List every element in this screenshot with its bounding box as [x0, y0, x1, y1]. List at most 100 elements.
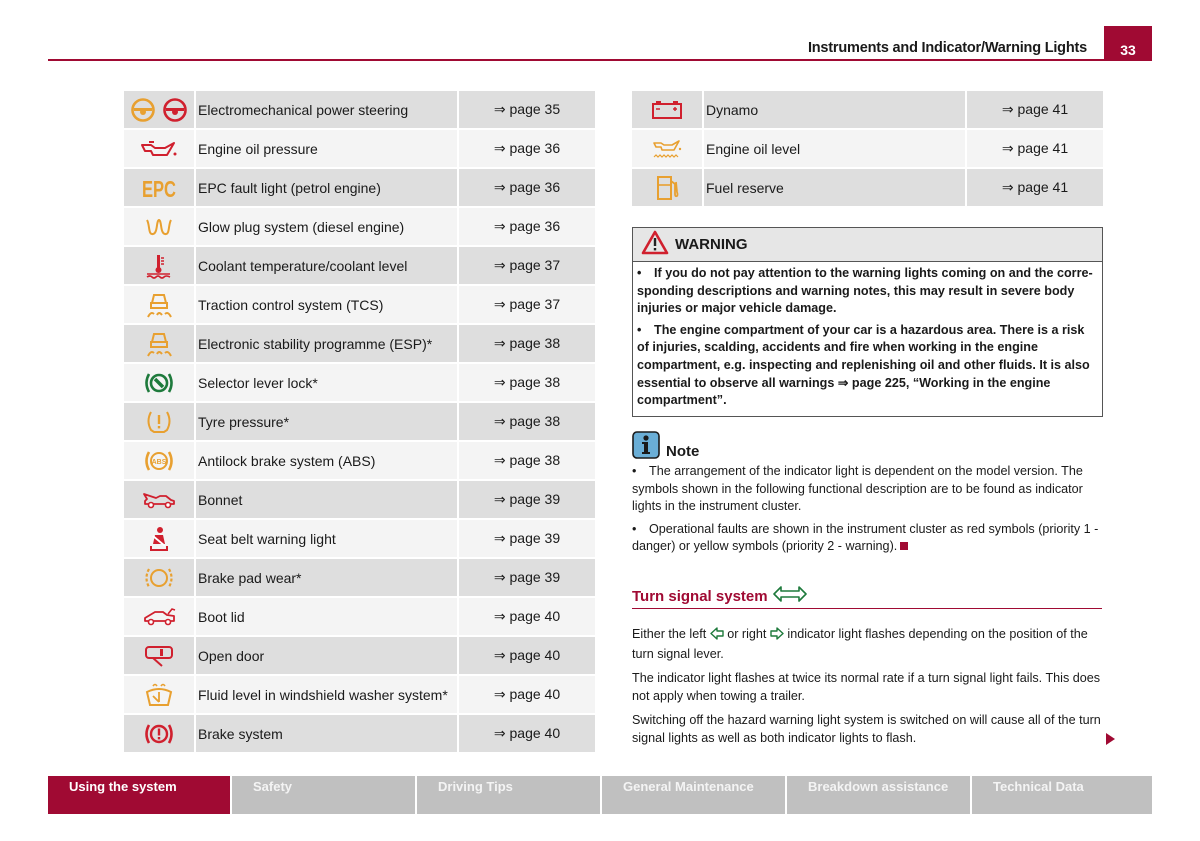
brake-system-icon	[124, 714, 196, 754]
page-reference-link[interactable]: ⇒ page 35	[458, 91, 595, 130]
indicator-label: Electromechanical power steering	[195, 91, 459, 130]
table-row: Electromechanical power steering ⇒ page 3…	[124, 91, 595, 130]
indicator-table-right: Dynamo ⇒ page 41 Engine oil level ⇒ page 41…	[632, 91, 1103, 208]
table-row: Coolant temperature/coolant level ⇒ page …	[124, 246, 595, 286]
indicator-label: Engine oil pressure	[195, 129, 459, 169]
page-number: 33	[1104, 26, 1152, 60]
warning-triangle-icon	[641, 230, 669, 260]
battery-icon	[632, 91, 704, 130]
paragraph: Either the left or right indicator light…	[632, 626, 1104, 663]
oil-level-icon	[632, 129, 704, 169]
indicator-label: Dynamo	[703, 91, 967, 130]
turn-signal-icon	[772, 586, 807, 606]
page-reference-link[interactable]: ⇒ page 37	[458, 246, 595, 286]
indicator-label: Tyre pressure*	[195, 402, 459, 442]
table-row: Fluid level in windshield washer system*…	[124, 675, 595, 715]
indicator-label: Electronic stability programme (ESP)*	[195, 324, 459, 364]
page-reference-link[interactable]: ⇒ page 36	[458, 207, 595, 247]
warning-header: WARNING	[633, 228, 1102, 262]
end-of-section-marker	[900, 542, 909, 551]
turn-signal-body: Either the left or right indicator light…	[632, 626, 1104, 755]
page-reference-link[interactable]: ⇒ page 40	[458, 636, 595, 676]
selector-lever-lock-icon	[124, 363, 196, 403]
table-row: ABS Antilock brake system (ABS) ⇒ page 38	[124, 441, 595, 481]
indicator-label: Brake pad wear*	[195, 558, 459, 598]
page-reference-link[interactable]: ⇒ page 37	[458, 285, 595, 325]
page-reference-link[interactable]: ⇒ page 38	[458, 324, 595, 364]
warning-box: WARNING • If you do not pay attention to…	[632, 227, 1103, 417]
table-row: Glow plug system (diesel engine) ⇒ page 3…	[124, 207, 595, 247]
page-reference-link[interactable]: ⇒ page 38	[458, 441, 595, 481]
table-row: Selector lever lock* ⇒ page 38	[124, 363, 595, 403]
table-row: Bonnet ⇒ page 39	[124, 480, 595, 520]
indicator-label: Fuel reserve	[703, 168, 967, 208]
page-reference-link[interactable]: ⇒ page 36	[458, 129, 595, 169]
table-row: Seat belt warning light ⇒ page 39	[124, 519, 595, 559]
warning-item: • The engine compartment of your car is …	[637, 322, 1090, 408]
page-reference-link[interactable]: ⇒ page 41	[966, 91, 1103, 130]
table-row: Traction control system (TCS) ⇒ page 37	[124, 285, 595, 325]
page-reference-link[interactable]: ⇒ page 40	[458, 675, 595, 715]
page-reference-link[interactable]: ⇒ page 41	[966, 168, 1103, 208]
table-row: Engine oil pressure ⇒ page 36	[124, 129, 595, 169]
boot-lid-icon	[124, 597, 196, 637]
footer-tab[interactable]: Breakdown assistance	[787, 776, 970, 814]
indicator-label: Boot lid	[195, 597, 459, 637]
table-row: Brake system ⇒ page 40	[124, 714, 595, 754]
page-reference-link[interactable]: ⇒ page 38	[458, 363, 595, 403]
page-reference-link[interactable]: ⇒ page 38	[458, 402, 595, 442]
page-reference-link[interactable]: ⇒ page 39	[458, 480, 595, 520]
seat-belt-icon	[124, 519, 196, 559]
table-row: Fuel reserve ⇒ page 41	[632, 168, 1103, 208]
page-reference-link[interactable]: ⇒ page 40	[458, 714, 595, 754]
paragraph: The indicator light flashes at twice its…	[632, 671, 1101, 703]
indicator-table-left: Electromechanical power steering ⇒ page 3…	[124, 91, 595, 754]
footer-tab[interactable]: Technical Data	[972, 776, 1152, 814]
esp-icon	[124, 324, 196, 364]
open-door-icon	[124, 636, 196, 676]
note-item: • The arrangement of the indicator light…	[632, 464, 1083, 514]
footer-tab[interactable]: General Maintenance	[602, 776, 785, 814]
page-reference-link[interactable]: ⇒ page 39	[458, 558, 595, 598]
footer-tab[interactable]: Safety	[232, 776, 415, 814]
oil-can-icon	[124, 129, 196, 169]
left-arrow-icon	[710, 627, 724, 646]
indicator-label: Coolant temperature/coolant level	[195, 246, 459, 286]
indicator-label: Engine oil level	[703, 129, 967, 169]
epc-icon: EPC	[124, 168, 196, 208]
table-row: Electronic stability programme (ESP)* ⇒ p…	[124, 324, 595, 364]
indicator-label: Antilock brake system (ABS)	[195, 441, 459, 481]
fuel-pump-icon	[632, 168, 704, 208]
note-item: • Operational faults are shown in the in…	[632, 521, 1102, 556]
note-box: Note • The arrangement of the indicator …	[632, 430, 1102, 561]
note-title: Note	[666, 442, 700, 460]
footer-tab[interactable]: Using the system	[48, 776, 230, 814]
next-page-arrow-icon[interactable]	[1106, 733, 1115, 745]
header-rule	[48, 59, 1152, 61]
section-title-text: Turn signal system	[632, 587, 768, 605]
section-title-turn-signal: Turn signal system	[632, 586, 1102, 609]
page-reference-link[interactable]: ⇒ page 40	[458, 597, 595, 637]
table-row: Tyre pressure* ⇒ page 38	[124, 402, 595, 442]
abs-icon: ABS	[124, 441, 196, 481]
table-row: Boot lid ⇒ page 40	[124, 597, 595, 637]
footer-tab[interactable]: Driving Tips	[417, 776, 600, 814]
table-row: Brake pad wear* ⇒ page 39	[124, 558, 595, 598]
page-reference-link[interactable]: ⇒ page 41	[966, 129, 1103, 169]
text: or right	[723, 627, 770, 641]
indicator-label: Traction control system (TCS)	[195, 285, 459, 325]
table-row: Dynamo ⇒ page 41	[632, 91, 1103, 130]
indicator-label: Seat belt warning light	[195, 519, 459, 559]
page-reference-link[interactable]: ⇒ page 36	[458, 168, 595, 208]
svg-text:ABS: ABS	[152, 459, 167, 466]
tyre-pressure-icon	[124, 402, 196, 442]
text: Either the left	[632, 627, 710, 641]
indicator-label: Glow plug system (diesel engine)	[195, 207, 459, 247]
page-reference-link[interactable]: ⇒ page 39	[458, 519, 595, 559]
brake-pad-icon	[124, 558, 196, 598]
indicator-label: Open door	[195, 636, 459, 676]
info-icon	[632, 430, 660, 464]
table-row: Open door ⇒ page 40	[124, 636, 595, 676]
header-title: Instruments and Indicator/Warning Lights	[807, 40, 1087, 56]
washer-fluid-icon	[124, 675, 196, 715]
